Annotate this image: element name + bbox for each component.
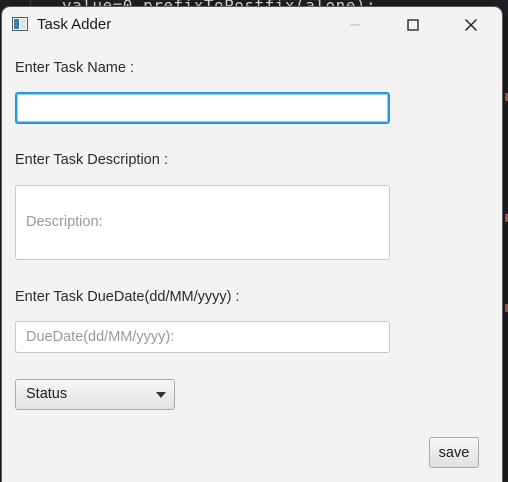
task-name-label: Enter Task Name :: [15, 60, 135, 76]
maximize-button[interactable]: [390, 7, 436, 43]
task-duedate-label: Enter Task DueDate(dd/MM/yyyy) :: [15, 289, 240, 305]
minimize-button[interactable]: [332, 7, 378, 43]
title-bar[interactable]: Task Adder: [2, 7, 502, 43]
window-title: Task Adder: [37, 16, 112, 33]
chevron-down-icon: [156, 392, 166, 398]
status-dropdown[interactable]: Status: [15, 379, 175, 410]
close-button[interactable]: [448, 7, 494, 43]
window-app-icon: [12, 17, 28, 31]
task-name-input[interactable]: [15, 92, 390, 124]
task-description-textarea[interactable]: Description:: [15, 185, 390, 260]
maximize-icon: [407, 19, 419, 31]
task-description-label: Enter Task Description :: [15, 152, 168, 168]
task-duedate-input[interactable]: DueDate(dd/MM/yyyy):: [15, 321, 390, 353]
task-adder-window: Task Adder Enter Task Name : Enter Task …: [2, 7, 502, 482]
status-selected-value: Status: [26, 386, 68, 402]
minimize-icon: [350, 24, 360, 26]
description-placeholder: Description:: [26, 214, 103, 230]
duedate-placeholder: DueDate(dd/MM/yyyy):: [26, 329, 175, 345]
save-button[interactable]: save: [429, 437, 479, 468]
close-icon: [465, 19, 477, 31]
